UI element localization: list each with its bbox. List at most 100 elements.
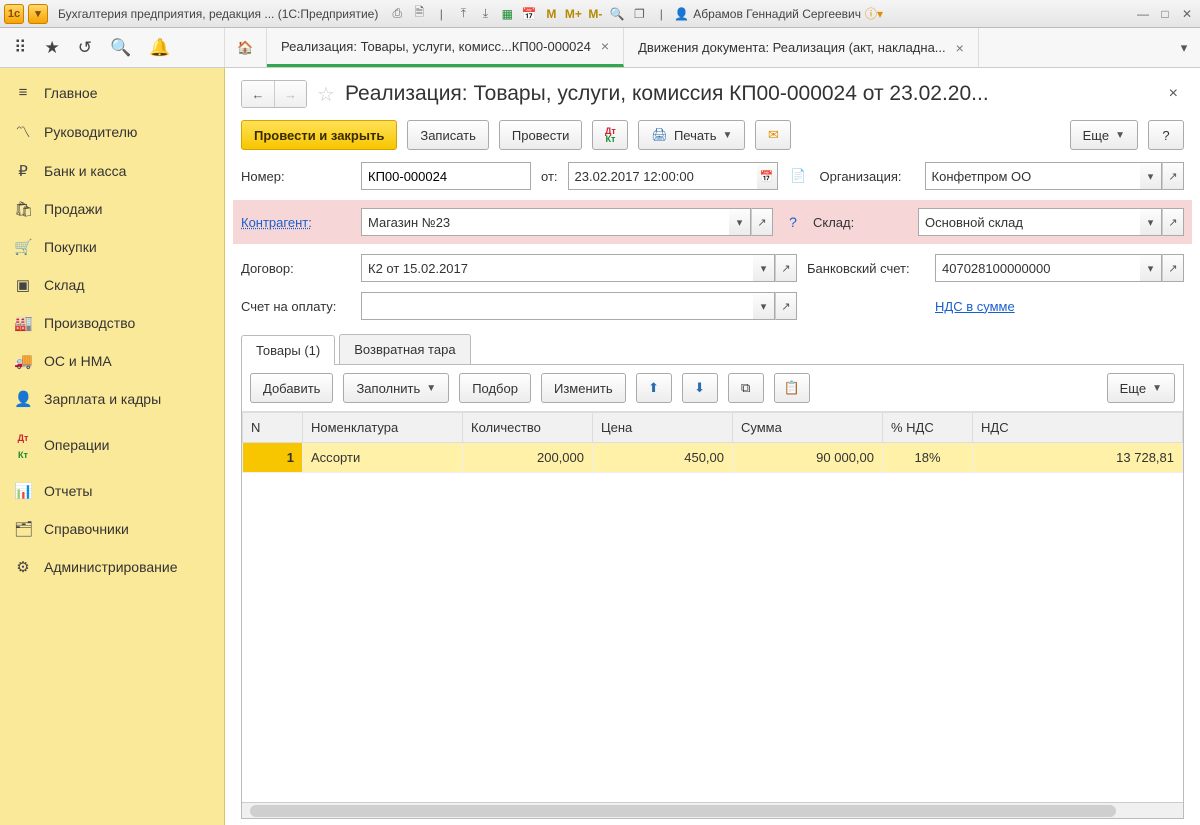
horizontal-scrollbar[interactable] xyxy=(242,802,1183,818)
number-field[interactable] xyxy=(361,162,531,190)
contragent-help-icon[interactable]: ? xyxy=(783,208,803,236)
col-vat[interactable]: НДС xyxy=(973,413,1183,443)
sidebar-item-assets[interactable]: 🚚ОС и НМА xyxy=(0,342,224,380)
sidebar-item-bank[interactable]: ₽Банк и касса xyxy=(0,152,224,190)
bank-field[interactable] xyxy=(935,254,1140,282)
fill-button[interactable]: Заполнить▼ xyxy=(343,373,449,403)
close-icon[interactable]: ✕ xyxy=(1178,5,1196,23)
sidebar-item-operations[interactable]: ДтКтОперации xyxy=(0,418,224,472)
status-flag-icon[interactable]: 📄 xyxy=(788,168,810,184)
contragent-label[interactable]: Контрагент: xyxy=(241,215,351,230)
dropdown-button[interactable]: ▾ xyxy=(1140,162,1162,190)
contract-field[interactable] xyxy=(361,254,753,282)
search-icon[interactable]: 🔍 xyxy=(110,38,131,58)
sidebar-item-warehouse[interactable]: ▣Склад xyxy=(0,266,224,304)
calendar-button[interactable]: 📅 xyxy=(757,162,778,190)
write-button[interactable]: Записать xyxy=(407,120,489,150)
tab-close-icon[interactable]: × xyxy=(601,38,609,54)
open-button[interactable]: ↗ xyxy=(775,254,797,282)
window-icon[interactable]: ❐ xyxy=(630,5,648,23)
sidebar-item-main[interactable]: ≡Главное xyxy=(0,74,224,111)
move-down-button[interactable]: ⬇ xyxy=(682,373,718,403)
open-button[interactable]: ↗ xyxy=(1162,254,1184,282)
maximize-icon[interactable]: □ xyxy=(1156,5,1174,23)
paste-button[interactable]: 📋 xyxy=(774,373,810,403)
apps-icon[interactable]: ⠿ xyxy=(14,38,26,58)
sidebar-item-purchases[interactable]: 🛒Покупки xyxy=(0,228,224,266)
export-icon[interactable]: ⤒ xyxy=(454,5,472,23)
mminus-icon[interactable]: M- xyxy=(586,5,604,23)
m-icon[interactable]: M xyxy=(542,5,560,23)
tab-goods[interactable]: Товары (1) xyxy=(241,335,335,365)
calc-icon[interactable]: ▦ xyxy=(498,5,516,23)
calendar-icon[interactable]: 📅 xyxy=(520,5,538,23)
dropdown-button[interactable]: ▾ xyxy=(753,254,775,282)
cell-vat[interactable]: 13 728,81 xyxy=(973,443,1183,473)
col-qty[interactable]: Количество xyxy=(463,413,593,443)
history-icon[interactable]: ↺ xyxy=(78,38,92,58)
app-menu-icon[interactable]: 1c xyxy=(4,4,24,24)
col-nomenclature[interactable]: Номенклатура xyxy=(303,413,463,443)
tab-movements[interactable]: Движения документа: Реализация (акт, нак… xyxy=(624,28,979,67)
tab-tare[interactable]: Возвратная тара xyxy=(339,334,470,364)
cell-nomenclature[interactable]: Ассорти xyxy=(303,443,463,473)
dtkt-button[interactable]: ДтКт xyxy=(592,120,628,150)
back-button[interactable]: ← xyxy=(242,81,274,107)
open-button[interactable]: ↗ xyxy=(775,292,797,320)
invoice-field[interactable] xyxy=(361,292,753,320)
date-field[interactable] xyxy=(568,162,757,190)
dropdown-button[interactable]: ▾ xyxy=(753,292,775,320)
more-button[interactable]: Еще▼ xyxy=(1070,120,1138,150)
sidebar-item-hr[interactable]: 👤Зарплата и кадры xyxy=(0,380,224,418)
table-more-button[interactable]: Еще▼ xyxy=(1107,373,1175,403)
open-button[interactable]: ↗ xyxy=(1162,208,1184,236)
sidebar-item-admin[interactable]: ⚙Администрирование xyxy=(0,548,224,586)
print-button[interactable]: 🖨Печать▼ xyxy=(638,120,745,150)
tab-close-icon[interactable]: × xyxy=(956,40,964,56)
cell-n[interactable]: 1 xyxy=(243,443,303,473)
favorite-star-icon[interactable]: ☆ xyxy=(317,82,335,107)
zoom-icon[interactable]: 🔍 xyxy=(608,5,626,23)
goods-table[interactable]: N Номенклатура Количество Цена Сумма % Н… xyxy=(242,412,1183,473)
cell-qty[interactable]: 200,000 xyxy=(463,443,593,473)
sidebar-item-reports[interactable]: 📊Отчеты xyxy=(0,472,224,510)
move-up-button[interactable]: ⬆ xyxy=(636,373,672,403)
minimize-icon[interactable]: — xyxy=(1134,5,1152,23)
import-icon[interactable]: ⤓ xyxy=(476,5,494,23)
scrollbar-thumb[interactable] xyxy=(250,805,1116,817)
sidebar-item-catalogs[interactable]: 🗂Справочники xyxy=(0,510,224,548)
mail-button[interactable]: ✉ xyxy=(755,120,791,150)
open-button[interactable]: ↗ xyxy=(1162,162,1184,190)
open-button[interactable]: ↗ xyxy=(751,208,773,236)
warehouse-field[interactable] xyxy=(918,208,1140,236)
post-and-close-button[interactable]: Провести и закрыть xyxy=(241,120,397,150)
user-badge[interactable]: 👤Абрамов Геннадий Сергеевич xyxy=(674,7,861,21)
contragent-field[interactable] xyxy=(361,208,729,236)
bell-icon[interactable]: 🔔 xyxy=(149,38,170,58)
col-n[interactable]: N xyxy=(243,413,303,443)
sidebar-item-production[interactable]: 🏭Производство xyxy=(0,304,224,342)
favorite-icon[interactable]: ★ xyxy=(44,38,59,58)
home-button[interactable]: 🏠 xyxy=(225,28,267,67)
pick-button[interactable]: Подбор xyxy=(459,373,531,403)
dropdown-button[interactable]: ▾ xyxy=(1140,208,1162,236)
add-button[interactable]: Добавить xyxy=(250,373,333,403)
dropdown-button[interactable]: ▾ xyxy=(1140,254,1162,282)
mplus-icon[interactable]: M+ xyxy=(564,5,582,23)
edit-button[interactable]: Изменить xyxy=(541,373,626,403)
document-close-icon[interactable]: × xyxy=(1163,85,1184,103)
tabs-more-icon[interactable]: ▾ xyxy=(1168,28,1200,67)
dropdown-button[interactable]: ▾ xyxy=(729,208,751,236)
print-icon[interactable]: ⎙ xyxy=(388,5,406,23)
col-sum[interactable]: Сумма xyxy=(733,413,883,443)
cell-vatpercent[interactable]: 18% xyxy=(883,443,973,473)
col-vatpercent[interactable]: % НДС xyxy=(883,413,973,443)
nds-link[interactable]: НДС в сумме xyxy=(935,299,1015,314)
tab-realization[interactable]: Реализация: Товары, услуги, комисс...КП0… xyxy=(267,28,624,67)
cell-price[interactable]: 450,00 xyxy=(593,443,733,473)
org-field[interactable] xyxy=(925,162,1140,190)
info-icon[interactable]: ⓘ▾ xyxy=(865,5,883,23)
copy-button[interactable]: ⧉ xyxy=(728,373,764,403)
sidebar-item-manager[interactable]: 〽Руководителю xyxy=(0,111,224,152)
help-button[interactable]: ? xyxy=(1148,120,1184,150)
